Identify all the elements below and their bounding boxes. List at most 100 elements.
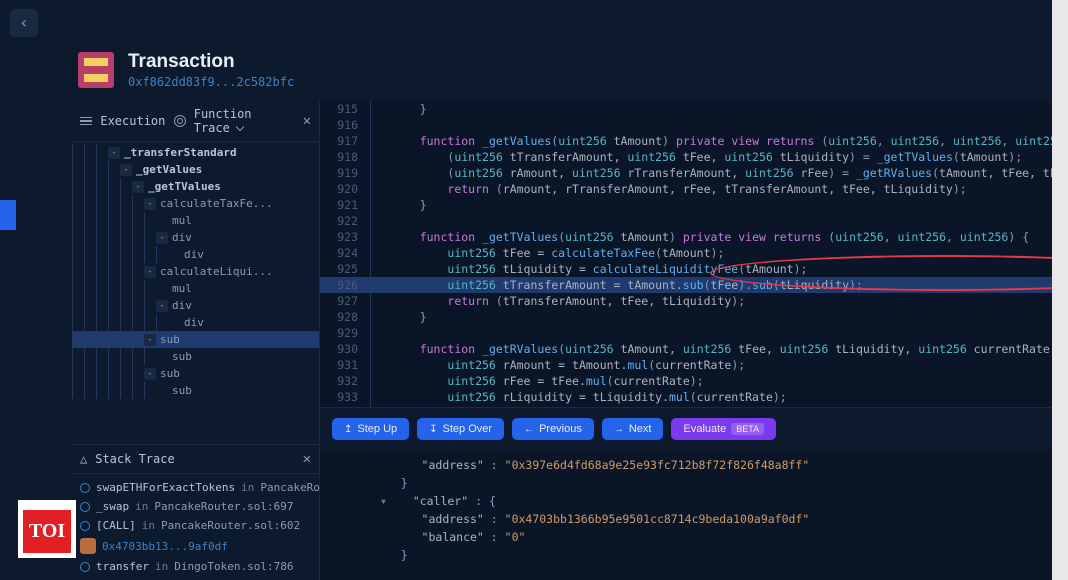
code-line[interactable]: 931 uint256 rAmount = tAmount.mul(curren… xyxy=(320,357,1068,373)
stack-frame[interactable]: transfer in DingoToken.sol:786 xyxy=(80,557,311,576)
code-line[interactable]: 920 return (rAmount, rTransferAmount, rF… xyxy=(320,181,1068,197)
tree-node[interactable]: sub xyxy=(72,382,319,399)
json-line[interactable]: "address" : "0x397e6d4fd68a9e25e93fc712b… xyxy=(380,456,1056,474)
tree-toggle[interactable]: - xyxy=(144,198,156,210)
arrow-icon: ↧ xyxy=(429,424,437,435)
code-line[interactable]: 917 function _getValues(uint256 tAmount)… xyxy=(320,133,1068,149)
code-line[interactable]: 925 uint256 tLiquidity = calculateLiquid… xyxy=(320,261,1068,277)
tree-node[interactable]: -calculateLiqui... xyxy=(72,263,319,280)
code-line[interactable]: 929 xyxy=(320,325,1068,341)
code-line[interactable]: 924 uint256 tFee = calculateTaxFee(tAmou… xyxy=(320,245,1068,261)
tree-node[interactable]: div xyxy=(72,246,319,263)
code-line[interactable]: 933 uint256 rLiquidity = tLiquidity.mul(… xyxy=(320,389,1068,405)
tree-node[interactable]: -sub xyxy=(72,331,319,348)
tree-node[interactable]: -_getValues xyxy=(72,161,319,178)
line-number: 933 xyxy=(320,389,370,405)
tree-toggle[interactable]: - xyxy=(132,181,144,193)
next-button[interactable]: → Next xyxy=(602,418,664,440)
json-inspector[interactable]: "address" : "0x397e6d4fd68a9e25e93fc712b… xyxy=(320,450,1068,580)
tree-label: _getValues xyxy=(136,163,202,176)
tree-toggle[interactable]: - xyxy=(120,164,132,176)
stack-function: _swap xyxy=(96,500,129,513)
code-line[interactable]: 930 function _getRValues(uint256 tAmount… xyxy=(320,341,1068,357)
stack-frame[interactable]: _swap in PancakeRouter.sol:697 xyxy=(80,497,311,516)
line-number: 926 xyxy=(320,277,370,293)
hamburger-icon xyxy=(80,114,92,128)
code-line[interactable]: 921 } xyxy=(320,197,1068,213)
stack-frame[interactable]: swapETHForExactTokens in PancakeRouter..… xyxy=(80,478,311,497)
close-execution-button[interactable]: ✕ xyxy=(303,113,311,129)
code-line[interactable]: 928 } xyxy=(320,309,1068,325)
stack-frame[interactable]: 0x4703bb13...9af0df xyxy=(80,535,311,557)
code-line[interactable]: 932 uint256 rFee = tFee.mul(currentRate)… xyxy=(320,373,1068,389)
arrow-icon: ← xyxy=(524,424,534,435)
tree-node[interactable]: div xyxy=(72,314,319,331)
tree-toggle[interactable]: - xyxy=(144,368,156,380)
tree-node[interactable]: -_getTValues xyxy=(72,178,319,195)
step-over-button[interactable]: ↧Step Over xyxy=(417,418,504,440)
code-line[interactable]: 919 (uint256 rAmount, uint256 rTransferA… xyxy=(320,165,1068,181)
tree-toggle[interactable]: - xyxy=(156,300,168,312)
tree-node[interactable]: -sub xyxy=(72,365,319,382)
toi-watermark: TOI xyxy=(18,500,76,558)
line-number: 915 xyxy=(320,101,370,117)
evaluate-button[interactable]: EvaluateBETA xyxy=(671,418,776,440)
tree-toggle[interactable]: - xyxy=(156,232,168,244)
chevron-left-icon: ‹ xyxy=(19,13,29,32)
line-number: 916 xyxy=(320,117,370,133)
ring-icon xyxy=(80,483,90,493)
line-number: 923 xyxy=(320,229,370,245)
browser-scrollbar[interactable] xyxy=(1052,0,1068,580)
code-line[interactable]: 915 } xyxy=(320,101,1068,117)
function-trace-tree[interactable]: -_transferStandard-_getValues-_getTValue… xyxy=(72,142,319,444)
execution-panel-header: Execution Function Trace ✕ xyxy=(72,101,319,142)
function-trace-dropdown[interactable]: Function Trace xyxy=(194,107,295,135)
tree-node[interactable]: mul xyxy=(72,280,319,297)
tree-node[interactable]: -calculateTaxFe... xyxy=(72,195,319,212)
arrow-icon: ↥ xyxy=(344,424,352,435)
code-line[interactable]: 934 uint256 rTransferAmount = rAmount.su… xyxy=(320,405,1068,407)
code-line[interactable]: 923 function _getTValues(uint256 tAmount… xyxy=(320,229,1068,245)
tree-label: div xyxy=(184,248,204,261)
stack-function: transfer xyxy=(96,560,149,573)
stack-function: swapETHForExactTokens xyxy=(96,481,235,494)
line-number: 930 xyxy=(320,341,370,357)
tree-node[interactable]: -div xyxy=(72,229,319,246)
tree-label: div xyxy=(172,299,192,312)
code-line[interactable]: 918 (uint256 tTransferAmount, uint256 tF… xyxy=(320,149,1068,165)
step-up-button[interactable]: ↥ Step Up xyxy=(332,418,409,440)
code-line[interactable]: 926 uint256 tTransferAmount = tAmount.su… xyxy=(320,277,1068,293)
button-label: Step Up xyxy=(357,423,397,435)
transaction-avatar xyxy=(78,52,114,88)
arrow-icon: → xyxy=(614,424,624,435)
stack-address: 0x4703bb13...9af0df xyxy=(102,540,228,553)
tree-label: sub xyxy=(160,333,180,346)
tree-toggle[interactable]: - xyxy=(144,266,156,278)
code-line[interactable]: 916 xyxy=(320,117,1068,133)
close-stack-button[interactable]: ✕ xyxy=(303,451,311,467)
json-line[interactable]: } xyxy=(380,546,1056,564)
stack-trace-label: Stack Trace xyxy=(95,452,174,466)
tree-node[interactable]: -div xyxy=(72,297,319,314)
json-line[interactable]: "balance" : "0" xyxy=(380,528,1056,546)
stack-location: DingoToken.sol:786 xyxy=(174,560,293,573)
code-line[interactable]: 927 return (tTransferAmount, tFee, tLiqu… xyxy=(320,293,1068,309)
json-line[interactable]: "address" : "0x4703bb1366b95e9501cc8714c… xyxy=(380,510,1056,528)
button-label: Next xyxy=(629,423,652,435)
line-number: 920 xyxy=(320,181,370,197)
previous-button[interactable]: ←Previous xyxy=(512,418,594,440)
code-editor[interactable]: 915 }916917 function _getValues(uint256 … xyxy=(320,101,1068,407)
line-number: 928 xyxy=(320,309,370,325)
stack-frame[interactable]: [CALL] in PancakeRouter.sol:602 xyxy=(80,516,311,535)
caret-icon[interactable]: ▾ xyxy=(380,492,392,510)
tree-toggle[interactable]: - xyxy=(144,334,156,346)
tree-node[interactable]: -_transferStandard xyxy=(72,144,319,161)
json-line[interactable]: ▾ "caller" : { xyxy=(380,492,1056,510)
tree-toggle[interactable]: - xyxy=(108,147,120,159)
tree-node[interactable]: mul xyxy=(72,212,319,229)
code-line[interactable]: 922 xyxy=(320,213,1068,229)
back-button[interactable]: ‹ xyxy=(10,9,38,37)
json-line[interactable]: } xyxy=(380,474,1056,492)
transaction-hash[interactable]: 0xf862dd83f9...2c582bfc xyxy=(128,75,294,89)
tree-node[interactable]: sub xyxy=(72,348,319,365)
